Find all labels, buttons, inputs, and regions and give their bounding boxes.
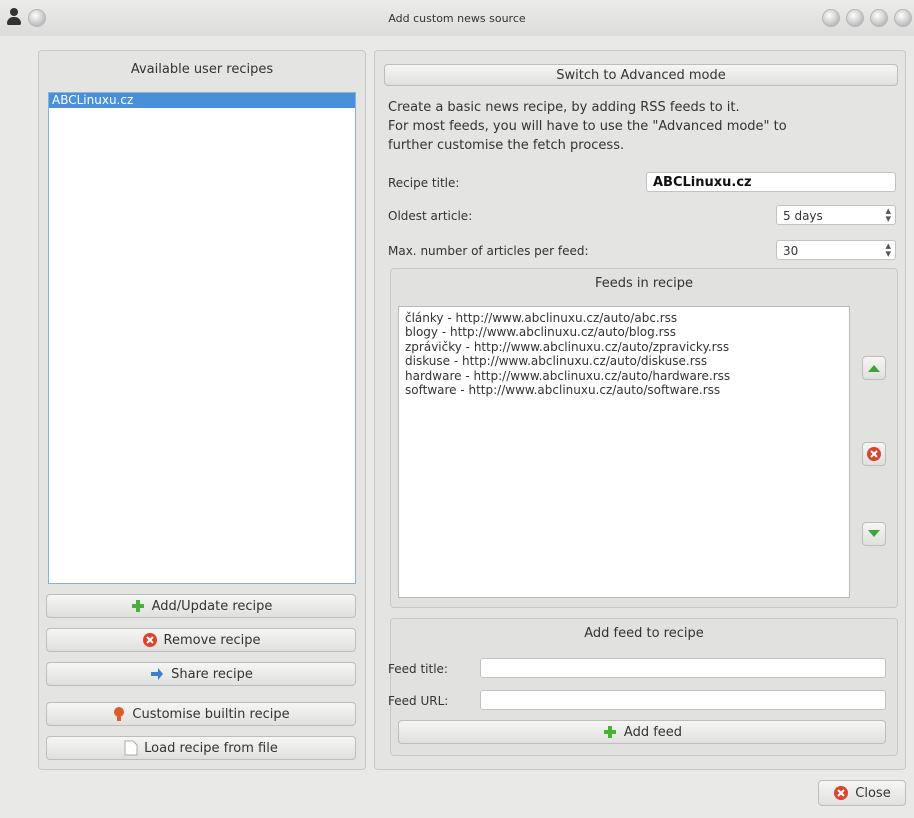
feeds-header: Feeds in recipe <box>595 276 693 291</box>
button-label: Add/Update recipe <box>151 598 273 614</box>
description-line: Create a basic news recipe, by adding RS… <box>388 100 740 115</box>
button-label: Remove recipe <box>163 632 261 648</box>
feed-list-item[interactable]: hardware - http://www.abclinuxu.cz/auto/… <box>405 369 843 383</box>
button-label: Switch to Advanced mode <box>556 67 726 83</box>
recipes-list[interactable]: ABCLinuxu.cz <box>48 92 356 584</box>
share-arrow-icon <box>151 668 164 680</box>
button-label: Customise builtin recipe <box>132 706 290 722</box>
remove-icon <box>867 447 881 461</box>
title-bar[interactable]: Add custom news source <box>0 0 914 36</box>
customise-builtin-recipe-button[interactable]: Customise builtin recipe <box>46 702 356 726</box>
share-recipe-button[interactable]: Share recipe <box>46 662 356 686</box>
feed-title-input[interactable] <box>480 658 886 678</box>
feed-list-item[interactable]: blogy - http://www.abclinuxu.cz/auto/blo… <box>405 325 843 339</box>
arrow-down-icon <box>868 530 880 537</box>
move-feed-up-button[interactable] <box>862 356 886 380</box>
description-line: further customise the fetch process. <box>388 138 625 153</box>
feed-list-item[interactable]: diskuse - http://www.abclinuxu.cz/auto/d… <box>405 354 843 368</box>
button-label: Load recipe from file <box>144 740 278 756</box>
recipe-title-value: ABCLinuxu.cz <box>653 175 752 190</box>
recipe-title-label: Recipe title: <box>388 176 460 190</box>
file-icon <box>124 740 138 756</box>
green-plus-icon <box>131 600 144 612</box>
bulb-icon <box>114 707 125 721</box>
window-title: Add custom news source <box>388 12 526 25</box>
description-text: Create a basic news recipe, by adding RS… <box>388 98 898 155</box>
minimize-icon[interactable] <box>846 9 864 27</box>
max-articles-value: 30 <box>783 244 799 258</box>
load-recipe-from-file-button[interactable]: Load recipe from file <box>46 736 356 760</box>
feed-list-item[interactable]: software - http://www.abclinuxu.cz/auto/… <box>405 383 843 397</box>
move-feed-down-button[interactable] <box>862 522 886 546</box>
max-articles-spinbox[interactable]: 30 ▴ ▾ <box>776 240 896 260</box>
red-remove-icon <box>142 633 157 647</box>
feed-url-input[interactable] <box>480 690 886 710</box>
remove-feed-button[interactable] <box>862 442 886 466</box>
recipes-header: Available user recipes <box>130 62 274 77</box>
button-label: Add feed <box>623 724 683 740</box>
feed-list-item[interactable]: články - http://www.abclinuxu.cz/auto/ab… <box>405 311 843 325</box>
feed-list-item[interactable]: zprávičky - http://www.abclinuxu.cz/auto… <box>405 340 843 354</box>
remove-recipe-button[interactable]: Remove recipe <box>46 628 356 652</box>
close-button[interactable]: Close <box>818 780 906 806</box>
button-label: Close <box>855 785 891 801</box>
close-icon <box>834 786 849 800</box>
close-window-icon[interactable] <box>894 9 912 27</box>
add-feed-button[interactable]: Add feed <box>398 720 886 744</box>
max-articles-label: Max. number of articles per feed: <box>388 244 589 258</box>
recipe-list-item[interactable]: ABCLinuxu.cz <box>49 93 355 108</box>
arrow-up-icon <box>868 365 880 372</box>
oldest-article-spinbox[interactable]: 5 days ▴ ▾ <box>776 205 896 225</box>
button-label: Share recipe <box>171 666 253 682</box>
feed-title-label: Feed title: <box>388 662 448 676</box>
spin-arrows-icon[interactable]: ▴ ▾ <box>885 205 891 224</box>
recipe-title-input[interactable]: ABCLinuxu.cz <box>646 172 896 192</box>
add-feed-header: Add feed to recipe <box>584 626 704 641</box>
feeds-list[interactable]: články - http://www.abclinuxu.cz/auto/ab… <box>398 306 850 598</box>
add-update-recipe-button[interactable]: Add/Update recipe <box>46 594 356 618</box>
green-plus-icon <box>603 726 616 738</box>
maximize-icon[interactable] <box>870 9 888 27</box>
spin-arrows-icon[interactable]: ▴ ▾ <box>885 240 891 259</box>
keep-below-icon[interactable] <box>822 9 840 27</box>
description-line: For most feeds, you will have to use the… <box>388 119 787 134</box>
switch-advanced-mode-button[interactable]: Switch to Advanced mode <box>384 64 898 86</box>
oldest-article-value: 5 days <box>783 209 823 223</box>
feed-url-label: Feed URL: <box>388 694 449 708</box>
oldest-article-label: Oldest article: <box>388 209 473 223</box>
